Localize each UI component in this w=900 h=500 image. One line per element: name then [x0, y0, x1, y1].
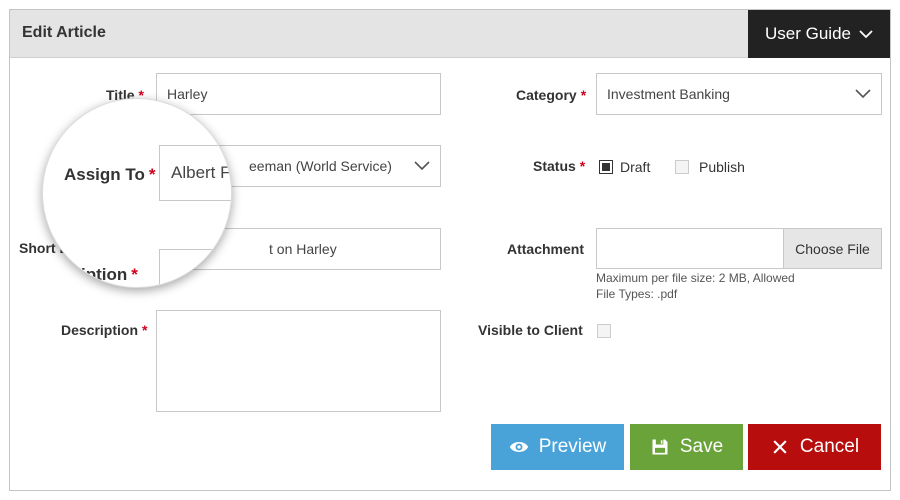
title-input[interactable]: Harley — [156, 73, 441, 115]
magnified-assign-to-field: Albert F — [159, 145, 231, 201]
attachment-hint: Maximum per file size: 2 MB, Allowed Fil… — [596, 270, 795, 302]
magnified-short-description-label: iption * — [81, 265, 138, 284]
panel-header: Edit Article User Guide — [10, 10, 890, 58]
magnified-assign-to-label: Assign To * — [64, 165, 156, 184]
short-description-value: t on Harley — [269, 241, 337, 257]
status-label: Status * — [533, 158, 586, 174]
magnified-short-description-field — [159, 249, 231, 287]
preview-button[interactable]: Preview — [491, 424, 624, 470]
chevron-down-icon — [414, 161, 430, 171]
description-textarea[interactable] — [156, 310, 441, 412]
draft-label: Draft — [620, 159, 651, 175]
attachment-hint-line1: Maximum per file size: 2 MB, Allowed — [596, 271, 795, 285]
draft-radio[interactable] — [599, 160, 613, 174]
category-select[interactable]: Investment Banking — [596, 73, 882, 115]
description-label: Description * — [61, 322, 148, 338]
category-value: Investment Banking — [607, 86, 730, 102]
chevron-down-icon — [859, 30, 873, 39]
visible-to-client-checkbox[interactable] — [597, 324, 611, 338]
eye-icon — [509, 442, 528, 452]
page-title: Edit Article — [22, 24, 106, 41]
publish-radio[interactable] — [675, 160, 689, 174]
preview-label: Preview — [538, 436, 607, 457]
cancel-button[interactable]: Cancel — [748, 424, 881, 470]
category-label: Category * — [516, 87, 587, 103]
floppy-disk-icon — [652, 439, 668, 455]
title-value: Harley — [167, 86, 208, 102]
attachment-input[interactable]: Choose File — [596, 228, 882, 269]
cancel-label: Cancel — [799, 436, 860, 457]
visible-to-client-label: Visible to Client — [478, 322, 583, 338]
status-draft-option[interactable]: Draft — [599, 159, 650, 175]
magnified-assign-to-value: Albert F — [171, 163, 231, 182]
choose-file-button[interactable]: Choose File — [783, 229, 881, 268]
assign-to-value: eeman (World Service) — [249, 158, 392, 174]
publish-label: Publish — [699, 159, 745, 175]
save-label: Save — [679, 436, 724, 457]
close-icon — [773, 440, 787, 454]
save-button[interactable]: Save — [630, 424, 743, 470]
chevron-down-icon — [855, 89, 871, 99]
attachment-hint-line2: File Types: .pdf — [596, 287, 678, 301]
status-publish-option[interactable]: Publish — [675, 159, 745, 175]
user-guide-label: User Guide — [765, 24, 851, 43]
attachment-label: Attachment — [507, 241, 585, 257]
zoom-magnifier: Assign To * Albert F iption * — [42, 98, 232, 288]
user-guide-button[interactable]: User Guide — [748, 10, 890, 58]
